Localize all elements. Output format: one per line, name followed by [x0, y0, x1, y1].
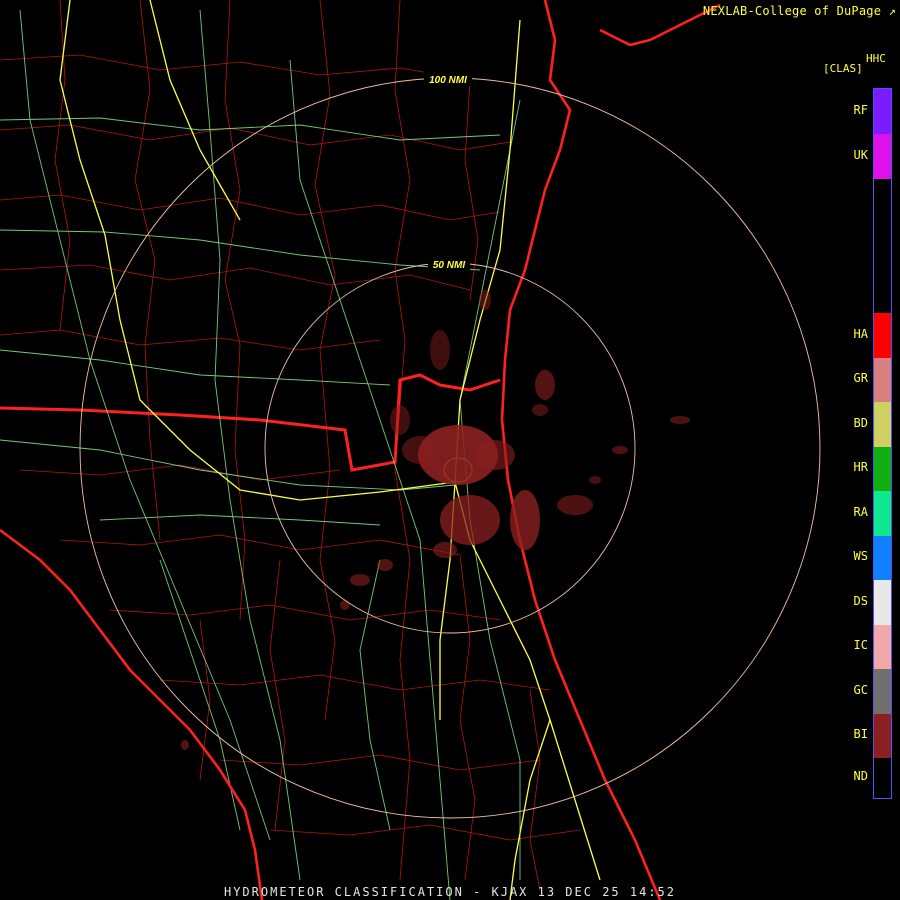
- credit-header: NEXLAB-College of DuPage ↗: [703, 4, 896, 18]
- legend-label-ic: IC: [853, 638, 868, 652]
- legend-swatch-gr: [874, 358, 891, 402]
- external-link-icon[interactable]: ↗: [889, 4, 896, 18]
- legend-swatch-ic: [874, 625, 891, 669]
- legend-swatch-uk: [874, 134, 891, 179]
- legend-label-uk: UK: [853, 147, 868, 162]
- legend-label-bi: BI: [853, 727, 868, 741]
- legend-swatch-ra: [874, 491, 891, 536]
- legend-swatch-bd: [874, 402, 891, 447]
- legend-label-gr: GR: [853, 371, 868, 385]
- legend-label-rf: RF: [853, 102, 868, 117]
- credit-text: NEXLAB-College of DuPage: [702, 4, 882, 18]
- legend-label-ws: WS: [853, 549, 868, 563]
- legend-swatch-rf: [874, 89, 891, 134]
- legend-swatch-bi: [874, 714, 891, 758]
- legend-swatch-ds: [874, 580, 891, 625]
- range-label-100nmi: 100 NMI: [429, 75, 467, 86]
- range-label-50nmi: 50 NMI: [433, 260, 465, 271]
- legend-swatch-ha: [874, 313, 891, 358]
- legend-label-nd: ND: [853, 769, 868, 783]
- product-class: [CLAS]: [823, 62, 863, 75]
- legend-label-bd: BD: [853, 415, 868, 430]
- legend-label-hr: HR: [853, 460, 868, 474]
- legend-swatch-gc: [874, 669, 891, 714]
- legend-swatch-hr: [874, 447, 891, 491]
- legend-label-ha: HA: [853, 326, 868, 341]
- legend-swatch-ws: [874, 536, 891, 580]
- footer-caption: HYDROMETEOR CLASSIFICATION - KJAX 13 DEC…: [223, 885, 676, 899]
- legend-label-gc: GC: [853, 682, 868, 697]
- legend-color-bar: [873, 88, 892, 799]
- legend-label-ra: RA: [853, 504, 868, 519]
- legend-swatch-nd: [874, 758, 891, 798]
- product-code: HHC: [866, 52, 886, 65]
- legend-label-ds: DS: [853, 593, 868, 608]
- radar-map: 100 NMI 50 NMI: [0, 0, 900, 900]
